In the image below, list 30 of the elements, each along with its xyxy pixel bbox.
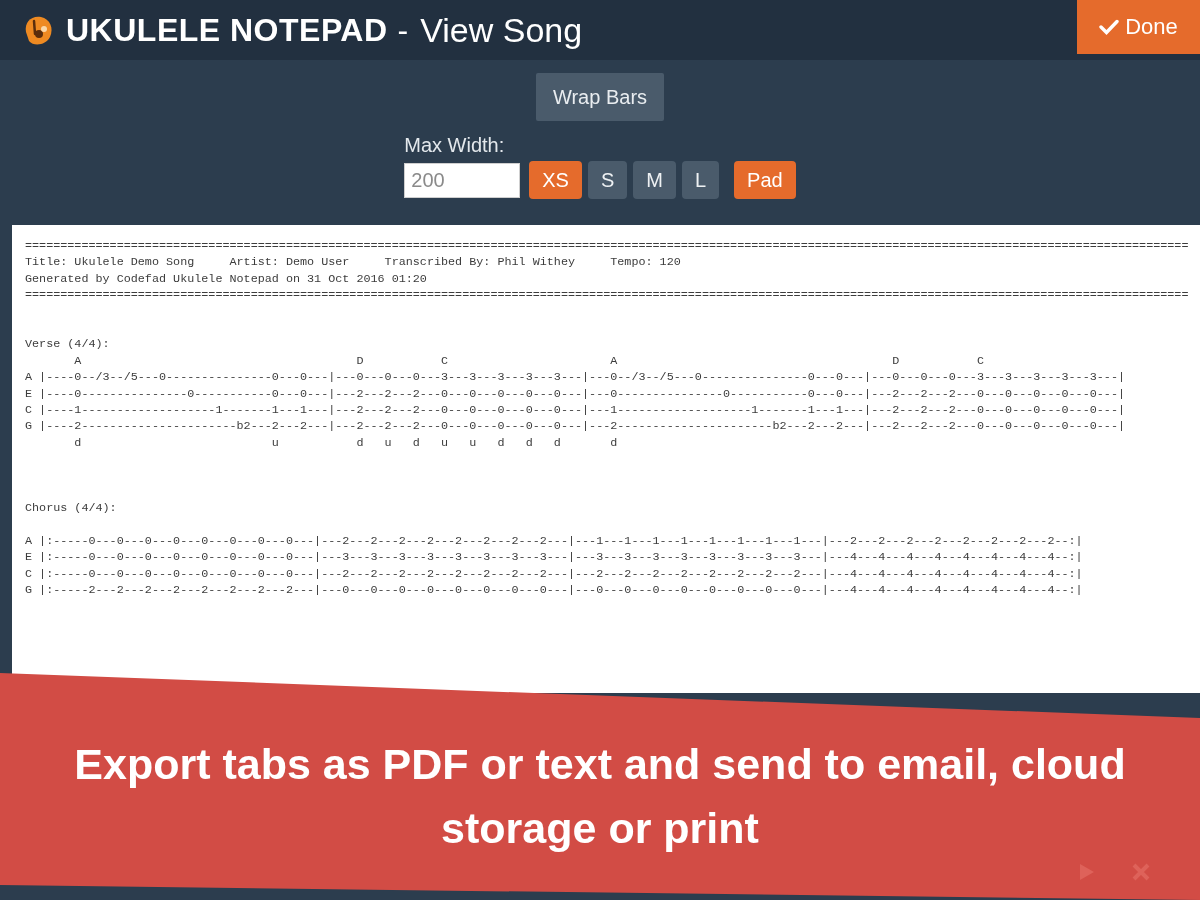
pad-button[interactable]: Pad — [734, 161, 796, 199]
tab-line: E |----0---------------0-----------0---0---|---2---2---2---0---0---0---0---0---|---0---------------0-----------0---0---|---2---2---2---0---0---0---0---0---| — [25, 385, 1125, 402]
size-button[interactable]: S — [587, 161, 628, 199]
section-heading: Verse (4/4): — [25, 336, 110, 353]
tab-line: C |----1-------------------1-------1---1---|---2---2---2---0---0---0---0---0---|---1-------------------1-------1---1---|---2---2---2---0---0---0---0---0---| — [25, 401, 1125, 419]
wrap-bars-button[interactable]: Wrap Bars — [535, 73, 665, 121]
max-width-label: Max Width: — [404, 133, 505, 157]
title-separator: - — [397, 11, 409, 49]
tab-line: E |:-----0---0---0---0---0---0---0---0---|---3---3---3---3---3---3---3---3---|---3---3---3---3---3---3---3---3---|---4---4---4---4---4---4---4---4--:| — [25, 549, 1083, 566]
size-button[interactable]: XS — [529, 161, 582, 199]
size-button[interactable]: L — [682, 161, 720, 199]
done-button[interactable]: Done — [1077, 0, 1200, 54]
page-title: View Song — [420, 10, 583, 50]
chord-line: A D C A D C — [73, 352, 984, 370]
app-name: UKULELE NOTEPAD — [66, 11, 388, 49]
banner-caption: Export tabs as PDF or text and send to email, cloud storage or print — [73, 739, 1127, 854]
tab-line: A |:-----0---0---0---0---0---0---0---0---|---2---2---2---2---2---2---2---2---|---1---1---1---1---1---1---1---1---|---2---2---2---2---2---2---2---2--:| — [25, 533, 1083, 550]
header-line: ===================================================================================================================================================================== — [25, 287, 1189, 304]
tab-line: A |----0--/3--/5---0---------------0---0---|---0---0---0---3---3---3---3---3---|---0--/3--/5---0---------------0---0---|---0---0---0---3---3---3---3---3---| — [25, 369, 1125, 386]
size-button[interactable]: M — [633, 161, 676, 199]
tab-line: G |----2----------------------b2---2---2---|---2---2---2---0---0---0---0---0---|---2----------------------b2---2---2---|---2---2---2---0---0---0---0---0---| — [25, 418, 1125, 435]
check-icon — [1099, 19, 1120, 35]
tab-line: C |:-----0---0---0---0---0---0---0---0---|---2---2---2---2---2---2---2---2---|---2---2---2---2---2---2---2---2---|---4---4---4---4---4---4---4---4--:| — [25, 565, 1083, 583]
section-heading: Chorus (4/4): — [25, 500, 117, 517]
tab-line: G |:-----2---2---2---2---2---2---2---2---|---0---0---0---0---0---0---0---0---|---0---0---0---0---0---0---0---0---|---4---4---4---4---4---4---4---4--:| — [25, 582, 1083, 599]
header-line: Generated by Codefad Ukulele Notepad on 31 Oct 2016 01:20 — [25, 270, 427, 288]
max-width-field[interactable]: 200 — [404, 162, 521, 198]
strum-line: d u d u d u u d d d d — [73, 434, 618, 452]
header-line: Title: Ukulele Demo Song Artist: Demo User Transcribed By: Phil Withey Tempo: 120 — [25, 254, 681, 271]
header-line: ===================================================================================================================================================================== — [25, 238, 1189, 255]
